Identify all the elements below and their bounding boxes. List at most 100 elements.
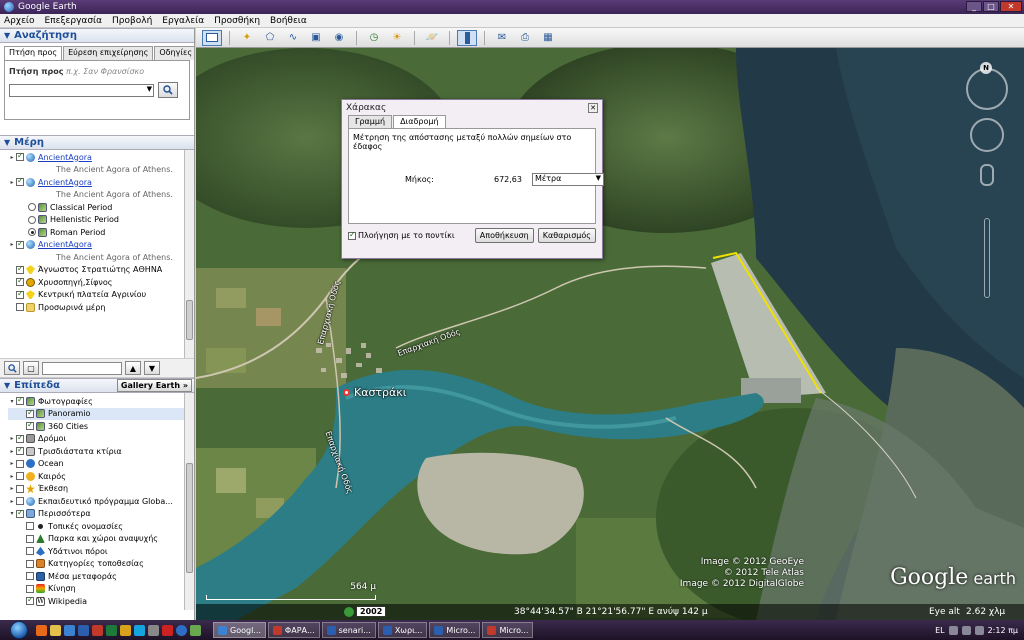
view-in-maps-button[interactable]: ▦ xyxy=(538,30,558,46)
place-item[interactable]: Κεντρική πλατεία Αγρινίου xyxy=(8,289,194,302)
layer-checkbox[interactable] xyxy=(26,522,34,531)
place-item[interactable]: Classical Period xyxy=(8,201,194,214)
layers-scroll-thumb[interactable] xyxy=(186,463,193,573)
sidebar-toggle-button[interactable] xyxy=(202,29,222,46)
places-scroll-thumb[interactable] xyxy=(186,300,193,340)
taskbar-item[interactable]: Googl... xyxy=(213,622,266,638)
layer-checkbox[interactable] xyxy=(16,433,24,443)
menu-help[interactable]: Βοήθεια xyxy=(270,16,307,26)
place-label[interactable]: AncientAgora xyxy=(38,240,92,249)
zoom-slider[interactable] xyxy=(984,218,990,298)
sunlight-button[interactable]: ☀ xyxy=(387,30,407,46)
taskbar-item[interactable]: ΦΑΡΑ... xyxy=(267,622,320,638)
places-search-button[interactable] xyxy=(4,361,20,375)
place-item[interactable]: ▸ AncientAgora xyxy=(8,176,194,189)
minimize-button[interactable]: _ xyxy=(966,1,982,12)
place-checkbox[interactable] xyxy=(16,239,24,249)
taskbar-item[interactable]: Micro... xyxy=(482,622,534,638)
word-icon[interactable] xyxy=(78,624,89,636)
expand-toggle-icon[interactable]: ▸ xyxy=(8,179,16,186)
add-polygon-button[interactable]: ⬠ xyxy=(260,30,280,46)
layer-item[interactable]: ▾ Φωτογραφίες xyxy=(8,395,194,408)
layer-item[interactable]: ▸ Δρόμοι xyxy=(8,433,194,446)
add-placemark-button[interactable]: ✦ xyxy=(237,30,257,46)
north-indicator[interactable]: N xyxy=(980,62,992,74)
layer-item[interactable]: Τοπικές ονομασίες xyxy=(8,520,194,533)
panel-toggle-button[interactable]: ▢ xyxy=(23,361,39,375)
layer-item[interactable]: ▾ Περισσότερα xyxy=(8,508,194,521)
dropdown-arrow-icon[interactable]: ▼ xyxy=(147,85,152,93)
imagery-year[interactable]: 2002 xyxy=(356,606,387,617)
volume-icon[interactable] xyxy=(961,625,971,635)
place-radio[interactable] xyxy=(28,203,36,212)
place-label[interactable]: AncientAgora xyxy=(38,153,92,162)
unit-select[interactable]: Μέτρα ▼ xyxy=(531,173,604,186)
place-checkbox[interactable] xyxy=(16,289,24,299)
layer-checkbox[interactable] xyxy=(16,497,24,506)
taskbar-item[interactable]: Micro... xyxy=(429,622,481,638)
layer-item[interactable]: ▸ Εκπαιδευτικό πρόγραμμα Globa... xyxy=(8,495,194,508)
look-joystick[interactable] xyxy=(966,68,1008,110)
expand-toggle-icon[interactable]: ▸ xyxy=(8,460,16,467)
place-label-kastraki[interactable]: Καστράκι xyxy=(354,386,407,399)
move-up-button[interactable]: ▲ xyxy=(125,361,141,375)
search-section-header[interactable]: ▼ Αναζήτηση xyxy=(0,28,194,43)
dropdown-arrow-icon[interactable]: ▼ xyxy=(596,174,601,182)
place-radio[interactable] xyxy=(28,228,36,237)
save-button[interactable]: Αποθήκευση xyxy=(474,228,534,243)
expand-toggle-icon[interactable]: ▸ xyxy=(8,473,16,480)
place-item[interactable]: Άγνωστος Στρατιώτης ΑΘΗΝΑ xyxy=(8,264,194,277)
expand-toggle-icon[interactable]: ▸ xyxy=(8,435,16,442)
ruler-close-button[interactable]: ✕ xyxy=(588,103,598,113)
place-item[interactable]: Hellenistic Period xyxy=(8,214,194,227)
opera-icon[interactable] xyxy=(162,624,173,636)
layer-item[interactable]: Κατηγορίες τοποθεσίας xyxy=(8,558,194,571)
historical-imagery-button[interactable]: ◷ xyxy=(364,30,384,46)
layer-item[interactable]: ▸ Έκθεση xyxy=(8,483,194,496)
layer-item[interactable]: Μέσα μεταφοράς xyxy=(8,570,194,583)
paint-icon[interactable] xyxy=(190,624,201,636)
layer-checkbox[interactable] xyxy=(26,420,34,431)
earth-gallery-button[interactable]: Gallery Earth » xyxy=(116,379,192,392)
record-tour-button[interactable]: ◉ xyxy=(329,30,349,46)
skype-icon[interactable] xyxy=(134,624,145,636)
search-button[interactable] xyxy=(158,82,178,98)
place-radio[interactable] xyxy=(28,215,36,224)
expand-toggle-icon[interactable]: ▸ xyxy=(8,154,16,161)
layer-item[interactable]: Panoramio xyxy=(8,407,194,420)
menu-tools[interactable]: Εργαλεία xyxy=(162,16,204,26)
place-item[interactable]: Roman Period xyxy=(8,226,194,239)
place-item[interactable]: Χρυσοπηγή,Σίφνος xyxy=(8,276,194,289)
earth-view[interactable]: Καστράκι Επαρχιακή Οδός Επαρχιακή Οδός Ε… xyxy=(196,48,1024,620)
email-button[interactable]: ✉ xyxy=(492,30,512,46)
time-slider-icon[interactable] xyxy=(344,607,354,617)
layer-checkbox[interactable] xyxy=(16,472,24,481)
add-path-button[interactable]: ∿ xyxy=(283,30,303,46)
layer-checkbox[interactable] xyxy=(26,584,34,593)
place-item[interactable]: ▸ AncientAgora xyxy=(8,239,194,252)
earth-icon[interactable] xyxy=(176,624,187,636)
place-checkbox[interactable] xyxy=(16,264,24,274)
layer-checkbox[interactable] xyxy=(26,572,34,581)
layer-item[interactable]: Υδάτινοι πόροι xyxy=(8,545,194,558)
places-section-header[interactable]: ▼ Μέρη xyxy=(0,135,194,150)
layer-checkbox[interactable] xyxy=(26,547,34,556)
planets-button[interactable]: 🪐 xyxy=(422,30,442,46)
clear-button[interactable]: Καθαρισμός xyxy=(537,228,596,243)
place-checkbox[interactable] xyxy=(16,176,24,187)
places-filter-input[interactable] xyxy=(42,361,122,375)
menu-add[interactable]: Προσθήκη xyxy=(214,16,260,26)
maximize-button[interactable]: □ xyxy=(983,1,999,12)
layer-item[interactable]: Κίνηση xyxy=(8,583,194,596)
place-checkbox[interactable] xyxy=(16,276,24,287)
place-label[interactable]: AncientAgora xyxy=(38,178,92,187)
tab-line[interactable]: Γραμμή xyxy=(348,115,393,128)
start-button[interactable] xyxy=(10,621,28,639)
places-scrollbar[interactable] xyxy=(184,150,194,358)
menu-view[interactable]: Προβολή xyxy=(112,16,152,26)
layer-checkbox[interactable] xyxy=(16,484,24,493)
move-down-button[interactable]: ▼ xyxy=(144,361,160,375)
move-joystick[interactable] xyxy=(970,118,1004,152)
mouse-navigation-checkbox[interactable] xyxy=(348,230,356,240)
folder-icon[interactable] xyxy=(50,624,61,636)
